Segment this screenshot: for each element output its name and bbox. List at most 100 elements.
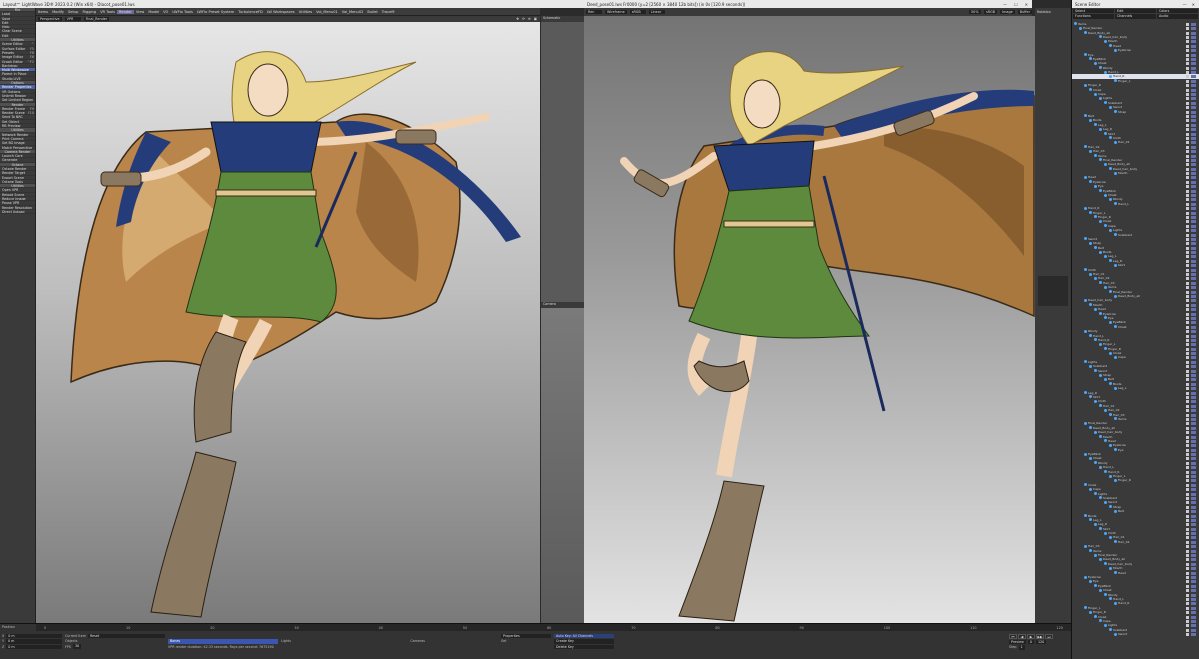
menu-modify[interactable]: Modify <box>50 10 66 14</box>
left-item-label: Presets <box>2 50 14 55</box>
tree-node-label: Finger_L <box>1088 605 1101 610</box>
menu-vol-menu01[interactable]: Vol_Menu01 <box>314 10 340 14</box>
color-swatch[interactable] <box>1191 633 1196 637</box>
next-key-icon[interactable]: ▶▶ <box>1036 634 1044 639</box>
side-scroll[interactable] <box>1038 276 1068 306</box>
bone-icon <box>1104 347 1107 351</box>
coord-field[interactable]: 0 m <box>6 634 62 639</box>
move-view-icon[interactable]: ✥ <box>516 17 519 21</box>
left-item-shortcut <box>34 167 35 170</box>
menu-model[interactable]: Model <box>146 10 161 14</box>
first-frame-icon[interactable]: ⏮ <box>1009 634 1017 639</box>
scene-tool-select[interactable]: Select <box>1073 9 1114 14</box>
view-mode-select[interactable]: Perspective <box>38 17 62 21</box>
schematic-viewport[interactable] <box>541 22 584 302</box>
coord-field[interactable]: 0 m <box>6 644 62 650</box>
last-frame-icon[interactable]: ⏭ <box>1045 634 1053 639</box>
bone-icon <box>1104 531 1107 535</box>
bone-icon <box>1104 70 1107 74</box>
frame-ruler[interactable]: 0 10 20 30 40 50 60 70 80 90 100 110 120 <box>36 624 1071 631</box>
delete-key-button[interactable]: Delete Key <box>554 644 614 650</box>
left-item-label: Parent in Place <box>2 72 27 77</box>
left-item-label: Export Scene <box>2 175 24 180</box>
menu-items[interactable]: Items <box>36 10 50 14</box>
bone-icon <box>1099 35 1102 39</box>
tree-node-label: Leg_L <box>1093 517 1102 522</box>
menu-bullet[interactable]: Bullet <box>365 10 379 14</box>
menu-lwflo-preset-system[interactable]: LWFlo Preset System <box>195 10 236 14</box>
cameras-label[interactable]: Cameras <box>410 639 425 643</box>
create-key-button[interactable]: Create Key <box>554 639 614 644</box>
left-btn-label: Clear Scene <box>2 29 22 34</box>
scene-minimize-icon[interactable]: — <box>1183 2 1187 7</box>
auto-key-toggle[interactable]: Auto Key: All Channels <box>554 634 614 639</box>
prev-key-icon[interactable]: ◀ <box>1018 634 1026 639</box>
menu-tracem[interactable]: TraceM <box>380 10 397 14</box>
fps-field[interactable]: 30 <box>72 644 82 649</box>
menu-rigging[interactable]: Rigging <box>80 10 98 14</box>
left-item-shortcut <box>34 180 35 183</box>
maximize-icon[interactable]: ☐ <box>1014 2 1018 7</box>
render-toolbar-ren[interactable]: Ren <box>586 10 602 14</box>
shading-select[interactable]: VPR <box>64 17 81 21</box>
render-toolbar-wireframe[interactable]: Wireframe <box>605 10 627 14</box>
scene-tool-audio[interactable]: Audio <box>1157 14 1198 19</box>
scene-tool-functions[interactable]: Functions <box>1073 14 1114 19</box>
bone-icon <box>1114 509 1117 513</box>
menu-lwflo-tools[interactable]: LWFlo Tools <box>170 10 194 14</box>
coord-field[interactable]: 0 m <box>6 639 62 644</box>
menu-lw-workspaces[interactable]: LW Workspaces <box>265 10 297 14</box>
frame-end-field[interactable]: 120 <box>1035 640 1047 645</box>
menu-utilities[interactable]: Utilities <box>297 10 315 14</box>
menu-setup[interactable]: Setup <box>66 10 80 14</box>
tree-node[interactable]: Sword <box>1072 632 1199 637</box>
scene-tool-edit[interactable]: Edit <box>1115 9 1156 14</box>
tree-node-label: Rbody <box>1088 329 1098 334</box>
properties-button[interactable]: Properties <box>501 634 551 639</box>
scene-tool-channels[interactable]: Channels <box>1115 14 1156 19</box>
bone-icon <box>1084 83 1087 87</box>
frame-start-field[interactable]: 0 <box>1027 640 1034 645</box>
maximize-view-icon[interactable]: ▣ <box>534 17 537 21</box>
lights-label[interactable]: Lights <box>281 639 291 643</box>
step-field[interactable]: 1 <box>1018 645 1025 650</box>
tree-node-label: Leg_R <box>1103 127 1112 132</box>
minimize-icon[interactable]: — <box>1003 2 1007 7</box>
render-view-option-0[interactable]: 50% <box>969 10 981 14</box>
rotate-view-icon[interactable]: ⟳ <box>522 17 525 21</box>
camera-select[interactable]: Final_Render <box>83 17 110 21</box>
scene-close-icon[interactable]: ✕ <box>1192 2 1195 7</box>
tree-node-label: Rbody <box>1103 65 1113 70</box>
render-view-option-3[interactable]: Buffer <box>1017 10 1032 14</box>
current-item-select[interactable]: Reset <box>87 634 165 639</box>
menu-vol-menu02[interactable]: Vol_Menu02 <box>340 10 366 14</box>
menu-vo[interactable]: VO <box>161 10 170 14</box>
bone-icon <box>1094 184 1097 188</box>
render-toolbar-srgb[interactable]: sRGB <box>629 10 646 14</box>
render-toolbar-linear[interactable]: Linear <box>648 10 665 14</box>
character-render-left <box>70 51 521 618</box>
bone-icon <box>1084 360 1087 364</box>
left-item-label: Image Editor <box>2 55 24 60</box>
zoom-view-icon[interactable]: ⊕ <box>528 17 531 21</box>
bone-icon <box>1089 118 1092 122</box>
left-item-label: RB Preview <box>2 124 21 129</box>
bone-icon <box>1074 22 1077 26</box>
menu-render[interactable]: Render <box>117 9 134 14</box>
camera-viewport[interactable] <box>541 308 584 623</box>
scene-tool-colors[interactable]: Colors <box>1157 9 1198 14</box>
render-side-tab[interactable]: Rotation <box>1035 8 1071 16</box>
play-icon[interactable]: ▶ <box>1027 634 1035 639</box>
menu-vr-tools[interactable]: VR Tools <box>98 10 117 14</box>
visibility-icon[interactable] <box>1186 633 1189 637</box>
close-icon[interactable]: ✕ <box>1025 2 1028 7</box>
left-item-direct-upload[interactable]: Direct Upload <box>0 210 35 215</box>
render-view-option-2[interactable]: Image <box>1000 10 1015 14</box>
menu-view[interactable]: View <box>134 10 147 14</box>
perspective-viewport[interactable] <box>36 22 540 623</box>
object-select[interactable]: Bones <box>168 639 278 644</box>
preview-select[interactable]: Preview <box>1009 640 1026 645</box>
render-view-option-1[interactable]: sRGB <box>984 10 998 14</box>
frame-tick: 90 <box>799 625 804 630</box>
menu-turbulencefd[interactable]: TurbulenceFD <box>236 10 264 14</box>
